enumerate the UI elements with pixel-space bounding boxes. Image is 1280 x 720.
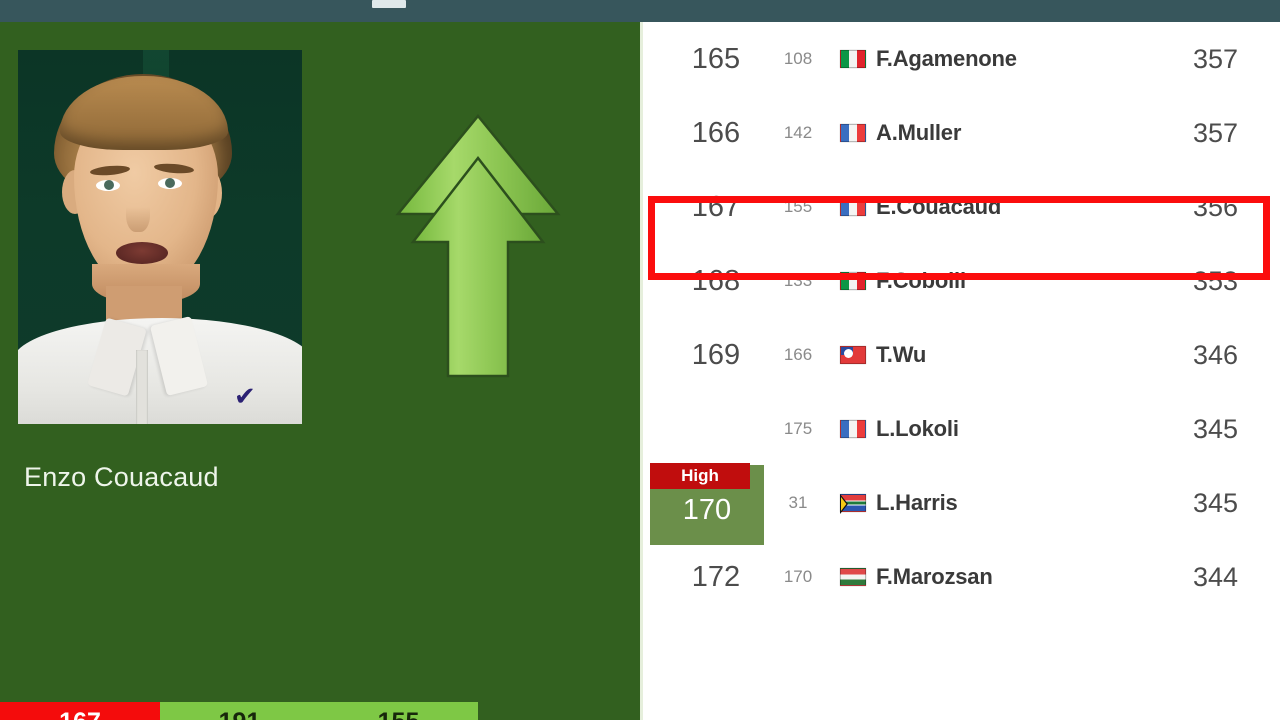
row-points: 357: [1192, 43, 1238, 74]
row-previous-rank: 31: [788, 493, 808, 512]
south-africa-flag-icon: [840, 494, 866, 512]
row-points: 346: [1192, 339, 1238, 370]
row-rank: 167: [691, 190, 741, 223]
rank-stat-bar: 167 191 155: [0, 702, 478, 720]
table-row[interactable]: 165 108 F.Agamenone 357: [640, 22, 1280, 96]
double-chevron-up-arrow-icon: [383, 106, 573, 396]
app-screen: ✔ Enzo Couacaud 165 108 F.Agamenone 357 …: [0, 0, 1280, 720]
career-high-badge: High: [650, 463, 750, 489]
row-points: 345: [1192, 413, 1238, 444]
ranking-panel: 165 108 F.Agamenone 357 166 142 A.Muller 357 167…: [640, 22, 1280, 720]
table-row[interactable]: 166 142 A.Muller 357: [640, 96, 1280, 170]
row-points: 345: [1192, 487, 1238, 518]
current-rank-stat: 167: [0, 702, 160, 720]
player-photo: ✔: [18, 50, 302, 424]
hungary-flag-icon: [840, 568, 866, 586]
row-player[interactable]: E.Couacaud: [840, 170, 1001, 244]
row-player-name: L.Harris: [876, 490, 958, 515]
row-points: 344: [1192, 561, 1238, 592]
table-row[interactable]: 167 155 E.Couacaud 356: [640, 170, 1280, 244]
table-row[interactable]: 168 133 F.Cobolli 353: [640, 244, 1280, 318]
header-chip: [372, 0, 406, 8]
row-player[interactable]: F.Agamenone: [840, 22, 1017, 96]
row-previous-rank: 142: [783, 123, 813, 142]
table-row[interactable]: 172 170 F.Marozsan 344: [640, 540, 1280, 614]
row-player-name: F.Agamenone: [876, 46, 1017, 71]
row-rank: 169: [691, 338, 741, 371]
row-player-name: A.Muller: [876, 120, 962, 145]
row-points: 353: [1192, 265, 1238, 296]
row-previous-rank: 155: [783, 197, 813, 216]
row-previous-rank: 166: [783, 345, 813, 364]
italy-flag-icon: [840, 272, 866, 290]
taiwan-flag-icon: [840, 346, 866, 364]
france-flag-icon: [840, 124, 866, 142]
top-header-band: [0, 0, 1280, 22]
career-high-rank: 170: [682, 493, 732, 526]
row-rank: 166: [691, 116, 741, 149]
row-player[interactable]: F.Marozsan: [840, 540, 993, 614]
row-player-name: T.Wu: [876, 342, 927, 367]
row-player[interactable]: L.Lokoli: [840, 392, 959, 466]
row-previous-rank: 108: [783, 49, 813, 68]
france-flag-icon: [840, 420, 866, 438]
row-player-name: E.Couacaud: [876, 194, 1002, 219]
row-player[interactable]: T.Wu: [840, 318, 926, 392]
row-player-name: F.Marozsan: [876, 564, 993, 589]
previous-rank-stat: 155: [319, 702, 478, 720]
row-previous-rank: 170: [783, 567, 813, 586]
row-points: 356: [1192, 191, 1238, 222]
table-row[interactable]: 170175L.Lokoli345: [640, 392, 1280, 466]
player-name: Enzo Couacaud: [24, 462, 219, 492]
row-rank: 168: [691, 264, 741, 297]
table-row[interactable]: 169 166 T.Wu 346: [640, 318, 1280, 392]
france-flag-icon: [840, 198, 866, 216]
row-rank: 172: [691, 560, 741, 593]
shirt-logo-icon: ✔: [234, 381, 256, 411]
row-rank: 165: [691, 42, 741, 75]
row-player-name: L.Lokoli: [876, 416, 959, 441]
row-player[interactable]: A.Muller: [840, 96, 961, 170]
row-previous-rank: 175: [783, 419, 813, 438]
player-panel: ✔ Enzo Couacaud: [0, 22, 640, 720]
row-player-name: F.Cobolli: [876, 268, 966, 293]
best-rank-stat: 191: [160, 702, 319, 720]
row-points: 357: [1192, 117, 1238, 148]
row-player[interactable]: L.Harris: [840, 466, 958, 540]
italy-flag-icon: [840, 50, 866, 68]
row-previous-rank: 133: [783, 271, 813, 290]
row-player[interactable]: F.Cobolli: [840, 244, 966, 318]
